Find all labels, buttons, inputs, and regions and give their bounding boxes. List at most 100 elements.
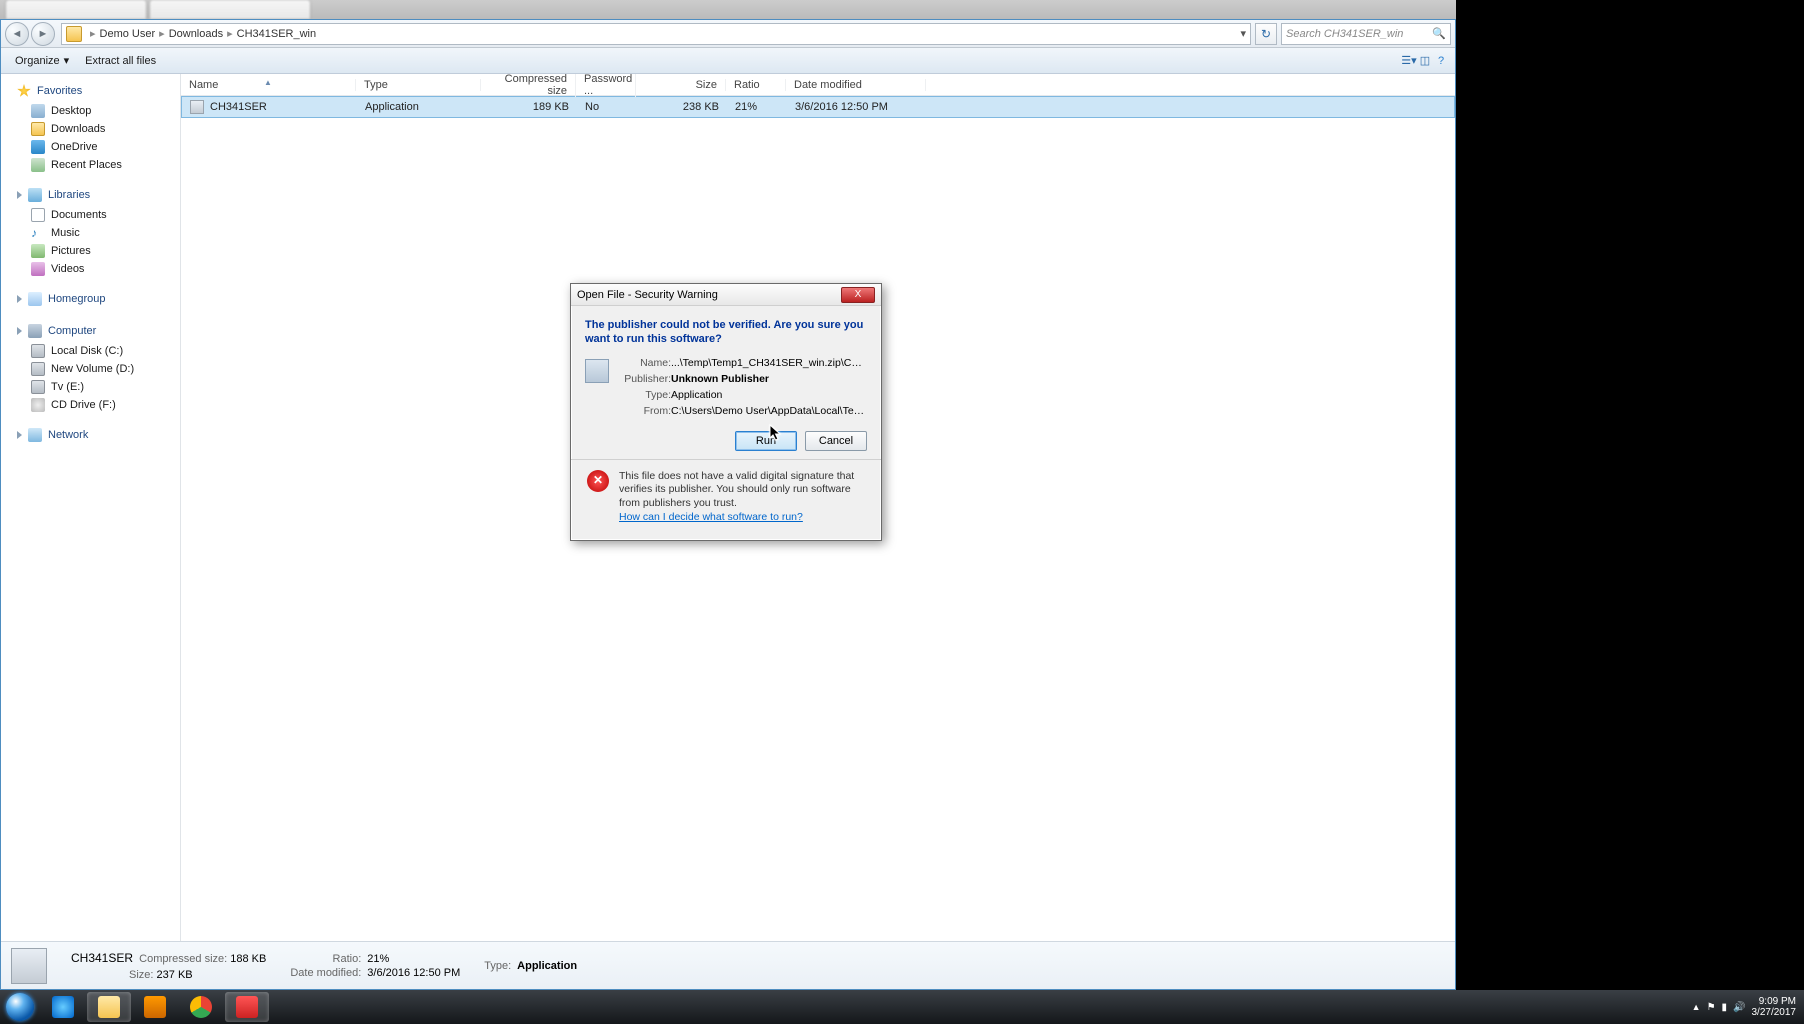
folder-icon xyxy=(98,996,120,1018)
breadcrumb-segment[interactable]: Downloads xyxy=(169,28,223,40)
browser-tab[interactable] xyxy=(150,0,310,19)
sidebar-item-cddrive[interactable]: CD Drive (F:) xyxy=(1,396,180,414)
file-thumbnail xyxy=(11,948,47,984)
taskbar-explorer[interactable] xyxy=(87,992,131,1022)
computer-icon xyxy=(28,324,42,338)
start-button[interactable] xyxy=(0,990,40,1024)
column-size[interactable]: Size xyxy=(636,79,726,91)
sidebar-item-recent[interactable]: Recent Places xyxy=(1,156,180,174)
sidebar-item-downloads[interactable]: Downloads xyxy=(1,120,180,138)
sidebar-item-videos[interactable]: Videos xyxy=(1,260,180,278)
taskbar-mediaplayer[interactable] xyxy=(133,992,177,1022)
network-icon xyxy=(28,428,42,442)
extract-all-button[interactable]: Extract all files xyxy=(77,52,164,70)
chevron-right-icon[interactable]: ▸ xyxy=(155,27,169,40)
column-headers: Name▲ Type Compressed size Password ... … xyxy=(181,74,1455,96)
application-icon xyxy=(585,359,609,383)
address-bar: ◄ ► ▸ Demo User ▸ Downloads ▸ CH341SER_w… xyxy=(1,20,1455,48)
breadcrumb-segment[interactable]: CH341SER_win xyxy=(237,28,316,40)
chrome-icon xyxy=(190,996,212,1018)
taskbar-ie[interactable] xyxy=(41,992,85,1022)
sidebar-item-desktop[interactable]: Desktop xyxy=(1,102,180,120)
sidebar-item-onedrive[interactable]: OneDrive xyxy=(1,138,180,156)
column-name[interactable]: Name▲ xyxy=(181,79,356,91)
desktop-icon xyxy=(31,104,45,118)
forward-button[interactable]: ► xyxy=(31,22,55,46)
chevron-down-icon[interactable]: ▾ xyxy=(1240,27,1246,40)
help-link[interactable]: How can I decide what software to run? xyxy=(619,511,803,523)
network-group[interactable]: Network xyxy=(1,424,180,446)
sidebar-item-pictures[interactable]: Pictures xyxy=(1,242,180,260)
column-date-modified[interactable]: Date modified xyxy=(786,79,926,91)
sidebar-item-localdisk[interactable]: Local Disk (C:) xyxy=(1,342,180,360)
column-type[interactable]: Type xyxy=(356,79,481,91)
refresh-button[interactable]: ↻ xyxy=(1255,23,1277,45)
videos-icon xyxy=(31,262,45,276)
column-compressed-size[interactable]: Compressed size xyxy=(481,74,576,97)
column-ratio[interactable]: Ratio xyxy=(726,79,786,91)
dialog-from: C:\Users\Demo User\AppData\Local\Temp\Te… xyxy=(671,405,867,417)
file-row[interactable]: CH341SER Application 189 KB No 238 KB 21… xyxy=(181,96,1455,118)
documents-icon xyxy=(31,208,45,222)
preview-pane-button[interactable]: ◫ xyxy=(1417,53,1433,69)
back-button[interactable]: ◄ xyxy=(5,22,29,46)
dialog-file-name: ...\Temp\Temp1_CH341SER_win.zip\CH341SER… xyxy=(671,357,867,369)
show-hidden-icons-button[interactable]: ▲ xyxy=(1692,1002,1701,1012)
expand-icon xyxy=(17,327,22,335)
folder-icon xyxy=(66,26,82,42)
clock[interactable]: 9:09 PM 3/27/2017 xyxy=(1752,996,1797,1018)
homegroup-group[interactable]: Homegroup xyxy=(1,288,180,310)
volume-icon[interactable]: 🔊 xyxy=(1733,1002,1745,1013)
dialog-titlebar[interactable]: Open File - Security Warning X xyxy=(571,284,881,306)
chevron-right-icon[interactable]: ▸ xyxy=(86,27,100,40)
search-icon[interactable]: 🔍 xyxy=(1432,27,1446,40)
music-icon: ♪ xyxy=(31,226,45,240)
windows-orb-icon xyxy=(6,993,34,1021)
run-button[interactable]: Run xyxy=(735,431,797,451)
shield-warning-icon: ✕ xyxy=(587,470,609,492)
help-button[interactable]: ? xyxy=(1433,53,1449,69)
homegroup-icon xyxy=(28,292,42,306)
cd-icon xyxy=(31,398,45,412)
star-icon xyxy=(17,84,31,98)
organize-button[interactable]: Organize ▾ xyxy=(7,51,77,70)
pictures-icon xyxy=(31,244,45,258)
search-placeholder: Search CH341SER_win xyxy=(1286,28,1403,40)
sort-ascending-icon: ▲ xyxy=(264,78,272,87)
toolbar: Organize ▾ Extract all files ☰▾ ◫ ? xyxy=(1,48,1455,74)
favorites-group[interactable]: Favorites xyxy=(1,80,180,102)
close-button[interactable]: X xyxy=(841,287,875,303)
disk-icon xyxy=(31,380,45,394)
breadcrumb[interactable]: ▸ Demo User ▸ Downloads ▸ CH341SER_win ▾ xyxy=(61,23,1251,45)
warning-text: This file does not have a valid digital … xyxy=(619,470,854,509)
sidebar-item-documents[interactable]: Documents xyxy=(1,206,180,224)
sidebar-item-tv[interactable]: Tv (E:) xyxy=(1,378,180,396)
computer-group[interactable]: Computer xyxy=(1,320,180,342)
disk-icon xyxy=(31,344,45,358)
sidebar-item-newvolume[interactable]: New Volume (D:) xyxy=(1,360,180,378)
navigation-pane: Favorites Desktop Downloads OneDrive Rec… xyxy=(1,74,181,941)
breadcrumb-segment[interactable]: Demo User xyxy=(100,28,156,40)
system-tray: ▲ ⚑ ▮ 🔊 9:09 PM 3/27/2017 xyxy=(1684,996,1804,1018)
sidebar-item-music[interactable]: ♪Music xyxy=(1,224,180,242)
taskbar: ▲ ⚑ ▮ 🔊 9:09 PM 3/27/2017 xyxy=(0,990,1804,1024)
search-input[interactable]: Search CH341SER_win 🔍 xyxy=(1281,23,1451,45)
libraries-group[interactable]: Libraries xyxy=(1,184,180,206)
details-name: CH341SER xyxy=(71,951,133,965)
browser-tab[interactable] xyxy=(6,0,146,19)
view-options-button[interactable]: ☰▾ xyxy=(1401,53,1417,69)
file-ratio: 21% xyxy=(727,101,787,113)
chevron-down-icon: ▾ xyxy=(64,54,70,67)
flag-icon[interactable]: ⚑ xyxy=(1707,1002,1716,1013)
cancel-button[interactable]: Cancel xyxy=(805,431,867,451)
ie-icon xyxy=(52,996,74,1018)
network-icon[interactable]: ▮ xyxy=(1722,1002,1728,1013)
file-date: 3/6/2016 12:50 PM xyxy=(787,101,927,113)
disk-icon xyxy=(31,362,45,376)
file-compressed-size: 189 KB xyxy=(482,101,577,113)
taskbar-chrome[interactable] xyxy=(179,992,223,1022)
dialog-title: Open File - Security Warning xyxy=(577,289,718,301)
column-password[interactable]: Password ... xyxy=(576,74,636,97)
chevron-right-icon[interactable]: ▸ xyxy=(223,27,237,40)
taskbar-app[interactable] xyxy=(225,992,269,1022)
